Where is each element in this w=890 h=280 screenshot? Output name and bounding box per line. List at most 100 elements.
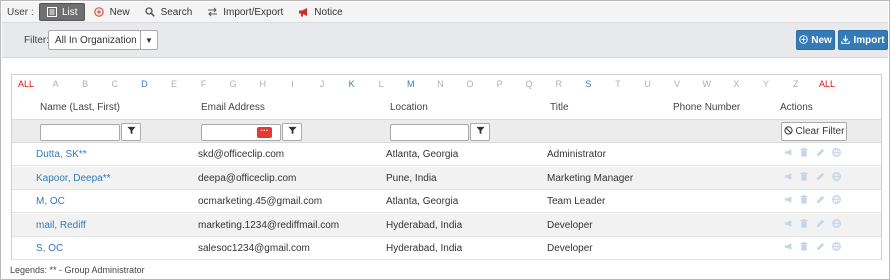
alphabet-letter-g[interactable]: G [230,79,237,89]
funnel-icon [475,126,485,138]
column-filter-row: ··· Clear Filter [12,119,881,143]
alphabet-letter-f[interactable]: F [201,79,207,89]
alphabet-letter-e[interactable]: E [171,79,177,89]
trash-icon[interactable] [796,148,812,159]
alphabet-letter-j[interactable]: J [320,79,325,89]
alphabet-letter-i[interactable]: I [291,79,294,89]
user-name-link[interactable]: Dutta, SK** [36,149,87,160]
ban-icon [783,126,793,137]
alphabet-letter-h[interactable]: H [260,79,267,89]
user-name-link[interactable]: M, OC [36,196,65,207]
user-title: Developer [547,243,593,254]
column-header-email[interactable]: Email Address [201,102,265,113]
row-actions [780,218,844,230]
trash-icon[interactable] [796,195,812,206]
globe-icon[interactable] [828,195,844,206]
alphabet-letter-c[interactable]: C [112,79,119,89]
globe-icon[interactable] [828,148,844,159]
alphabet-letter-y[interactable]: Y [763,79,769,89]
announce-icon[interactable] [780,195,796,206]
pencil-icon[interactable] [812,219,828,230]
alphabet-letter-n[interactable]: N [437,79,444,89]
pencil-icon[interactable] [812,172,828,183]
user-email: skd@officeclip.com [198,149,285,160]
pencil-icon[interactable] [812,148,828,159]
user-name-link[interactable]: mail, Rediff [36,220,86,231]
column-header-title[interactable]: Title [550,102,569,113]
notice-button[interactable]: Notice [292,3,348,21]
pencil-icon[interactable] [812,195,828,206]
name-filter-button[interactable] [121,123,141,141]
alphabet-letter-p[interactable]: P [497,79,503,89]
organization-filter-select[interactable]: All In Organization ▼ [48,30,158,50]
alphabet-letter-q[interactable]: Q [526,79,533,89]
alphabet-letter-v[interactable]: V [674,79,680,89]
import-export-label: Import/Export [223,6,284,18]
alphabet-letter-z[interactable]: Z [793,79,799,89]
globe-icon[interactable] [828,242,844,253]
alphabet-letter-t[interactable]: T [615,79,621,89]
import-label: Import [853,34,885,46]
alphabet-letter-o[interactable]: O [466,79,473,89]
email-filter-input[interactable]: ··· [201,124,281,141]
location-filter-input[interactable] [390,124,469,141]
alphabet-letter-a[interactable]: A [53,79,59,89]
search-button[interactable]: Search [139,3,199,21]
globe-icon[interactable] [828,218,844,230]
import-button[interactable]: Import [838,30,888,50]
alphabet-letter-u[interactable]: U [644,79,651,89]
list-button-label: List [62,6,78,18]
alphabet-letter-m[interactable]: M [407,79,415,89]
user-title: Team Leader [547,196,606,207]
clear-filter-button[interactable]: Clear Filter [781,122,847,141]
alphabet-letter-k[interactable]: K [349,79,355,89]
announce-icon[interactable] [780,172,796,183]
alphabet-letter-b[interactable]: B [82,79,88,89]
import-export-button[interactable]: Import/Export [201,3,289,21]
globe-icon[interactable] [828,171,844,183]
row-actions [780,242,844,253]
row-actions [780,171,844,183]
table-row: S, OC salesoc1234@gmail.com Hyderabad, Ind… [12,237,881,260]
email-filter-button[interactable] [282,123,302,141]
announce-icon[interactable] [780,242,796,253]
table-row: M, OC ocmarketing.45@gmail.com Atlanta, Ge… [12,190,881,213]
new-toolbar-button[interactable]: New [88,3,136,21]
pencil-icon[interactable] [812,242,828,253]
alphabet-letter-s[interactable]: S [585,79,591,89]
list-icon [46,7,57,18]
alphabet-letter-d[interactable]: D [141,79,148,89]
column-header-location[interactable]: Location [390,102,428,113]
table-row: Kapoor, Deepa** deepa@officeclip.com Pune,… [12,166,881,190]
alphabet-all-link[interactable]: ALL [819,79,835,89]
announce-icon[interactable] [780,148,796,159]
app-frame: User : List New Search Import/Export Not… [0,0,890,280]
column-header-name[interactable]: Name (Last, First) [40,102,120,113]
trash-icon[interactable] [796,218,812,230]
user-location: Pune, India [386,172,437,184]
location-filter-button[interactable] [470,123,490,141]
table-row: Dutta, SK** skd@officeclip.com Atlanta, Ge… [12,143,881,166]
search-button-label: Search [160,6,193,18]
table-row: mail, Rediff marketing.1234@rediffmail.co… [12,213,881,237]
announce-icon[interactable] [780,219,796,230]
user-name-link[interactable]: Kapoor, Deepa** [36,173,111,184]
column-header-phone[interactable]: Phone Number [673,102,740,113]
trash-icon[interactable] [796,171,812,183]
alphabet-letter-w[interactable]: W [703,79,712,89]
name-filter-input[interactable] [40,124,120,141]
alphabet-all-link[interactable]: ALL [18,79,34,89]
list-button[interactable]: List [39,3,85,21]
user-title: Marketing Manager [547,172,634,184]
module-label: User : [7,6,34,18]
trash-icon[interactable] [796,242,812,253]
alphabet-letter-x[interactable]: X [733,79,739,89]
alphabet-letter-l[interactable]: L [379,79,384,89]
user-name-link[interactable]: S, OC [36,243,63,254]
caret-down-icon: ▼ [140,31,157,49]
clear-filter-label: Clear Filter [795,126,845,137]
new-user-button[interactable]: New [796,30,835,50]
filter-selected-value: All In Organization [55,34,137,46]
more-dots-icon[interactable]: ··· [257,127,272,138]
alphabet-letter-r[interactable]: R [556,79,563,89]
